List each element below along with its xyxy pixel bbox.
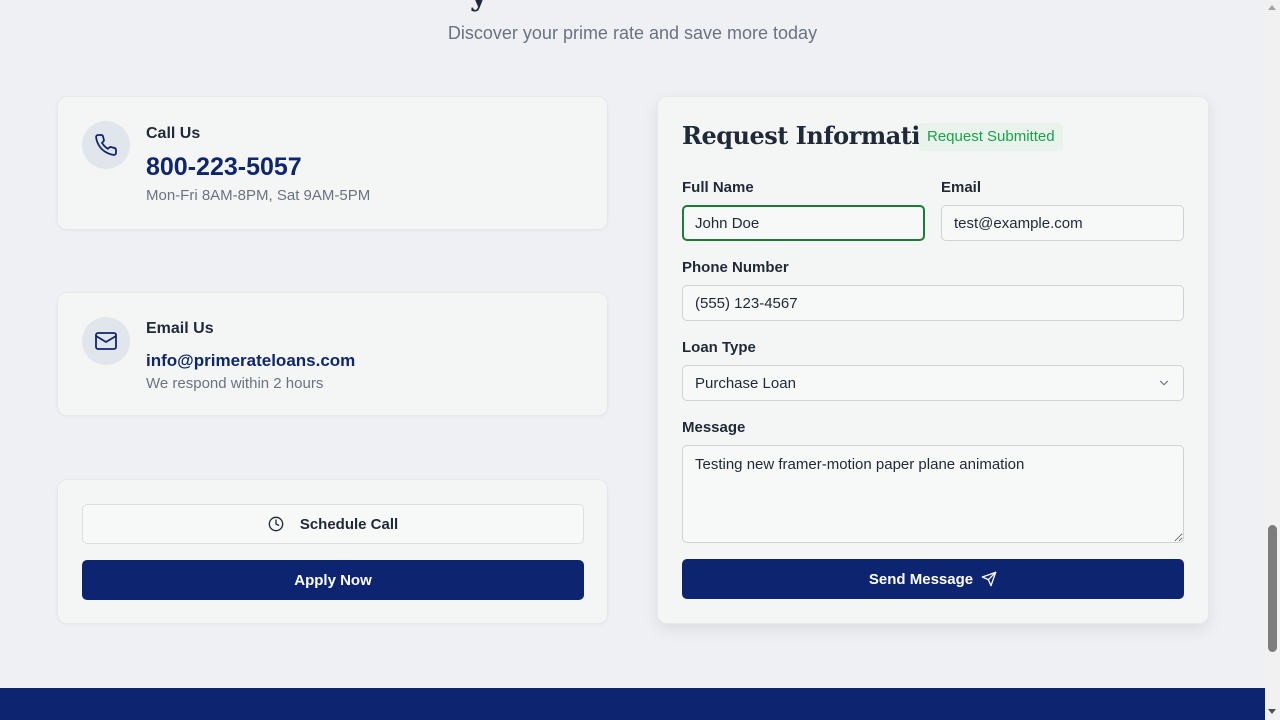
full-name-field[interactable] [682, 205, 925, 241]
mail-icon [82, 317, 130, 365]
email-us-title: Email Us [146, 320, 214, 337]
scroll-up-arrow-icon[interactable] [1268, 5, 1276, 10]
message-label: Message [682, 419, 746, 436]
schedule-call-button[interactable]: Schedule Call [82, 504, 584, 544]
call-hours: Mon-Fri 8AM-8PM, Sat 9AM-5PM [146, 187, 371, 204]
send-message-button[interactable]: Send Message [682, 559, 1184, 599]
phone-icon [82, 121, 130, 169]
footer-band [0, 688, 1265, 720]
message-field[interactable]: Testing new framer-motion paper plane an… [682, 445, 1184, 543]
loan-type-select[interactable]: Purchase Loan [682, 365, 1184, 401]
email-response-note: We respond within 2 hours [146, 375, 324, 392]
page: y Discover your prime rate and save more… [0, 0, 1265, 720]
form-title: Request Information [682, 121, 953, 150]
chevron-down-icon [1159, 380, 1169, 386]
loan-type-label: Loan Type [682, 339, 756, 356]
section-heading-fragment: y [470, 0, 487, 13]
schedule-call-label: Schedule Call [299, 515, 399, 533]
phone-number-label: Phone Number [682, 259, 789, 276]
email-address-link[interactable]: info@primerateloans.com [146, 351, 355, 371]
section-subtitle: Discover your prime rate and save more t… [447, 23, 818, 43]
email-label: Email [941, 179, 982, 196]
loan-type-value: Purchase Loan [695, 374, 796, 392]
paper-plane-icon [981, 571, 997, 587]
actions-card: Schedule Call Apply Now [57, 479, 608, 624]
call-us-title: Call Us [146, 125, 201, 142]
scrollbar-thumb[interactable] [1268, 525, 1277, 652]
call-us-card: Call Us 800-223-5057 Mon-Fri 8AM-8PM, Sa… [57, 96, 608, 230]
scroll-down-arrow-icon[interactable] [1268, 709, 1276, 714]
apply-now-button[interactable]: Apply Now [82, 560, 584, 600]
clock-icon [268, 516, 284, 532]
email-field[interactable] [941, 205, 1184, 241]
status-badge: Request Submitted [919, 123, 1063, 151]
request-information-form: Request Information Request Submitted Fu… [657, 96, 1209, 624]
vertical-scrollbar[interactable] [1265, 0, 1280, 720]
send-message-label: Send Message [868, 570, 974, 588]
phone-number-field[interactable] [682, 285, 1184, 321]
full-name-label: Full Name [682, 179, 754, 196]
email-us-card: Email Us info@primerateloans.com We resp… [57, 292, 608, 416]
phone-number-link[interactable]: 800-223-5057 [146, 153, 302, 182]
